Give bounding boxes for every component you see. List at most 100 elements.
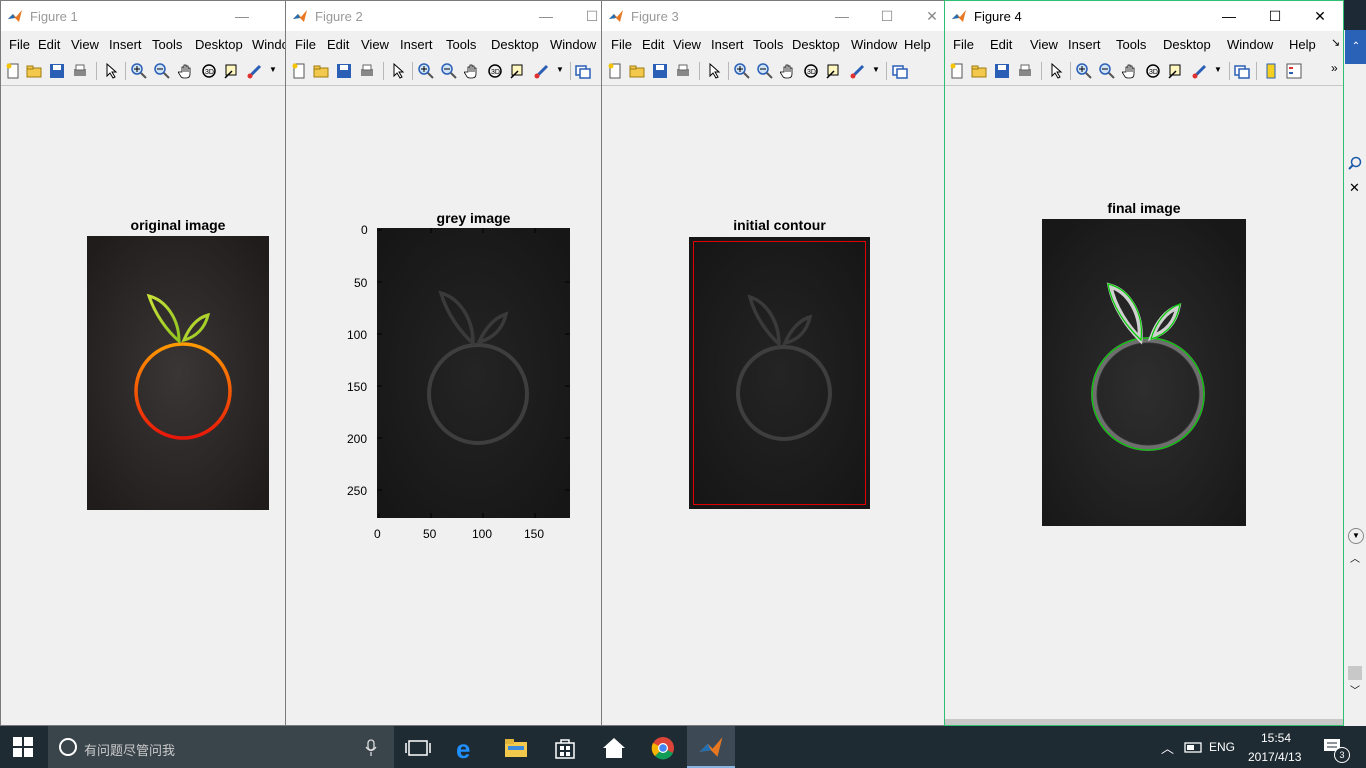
menu-view[interactable]: View bbox=[361, 37, 389, 52]
brush-icon[interactable] bbox=[534, 63, 550, 79]
windows-start-icon[interactable] bbox=[12, 736, 34, 758]
network-icon[interactable] bbox=[1184, 740, 1202, 754]
chevron-down-icon[interactable]: ▼ bbox=[1214, 65, 1222, 74]
menu-file[interactable]: File bbox=[953, 37, 974, 52]
menu-desktop[interactable]: Desktop bbox=[491, 37, 539, 52]
menu-insert[interactable]: Insert bbox=[1068, 37, 1101, 52]
brush-icon[interactable] bbox=[247, 63, 263, 79]
overflow-icon[interactable]: ↘ bbox=[1331, 36, 1340, 49]
language-indicator[interactable]: ENG bbox=[1209, 740, 1235, 754]
new-figure-icon[interactable] bbox=[5, 63, 21, 79]
menu-insert[interactable]: Insert bbox=[400, 37, 433, 52]
figure-4-window[interactable]: Figure 4 — ☐ ✕ File Edit View Insert Too… bbox=[944, 0, 1344, 726]
zoom-in-icon[interactable] bbox=[1076, 63, 1092, 79]
menu-edit[interactable]: Edit bbox=[38, 37, 60, 52]
save-icon[interactable] bbox=[336, 63, 352, 79]
link-plot-icon[interactable] bbox=[1234, 63, 1250, 79]
scroll-up-arrow[interactable]: ︿ bbox=[1350, 550, 1360, 565]
legend-icon[interactable] bbox=[1286, 63, 1302, 79]
data-cursor-icon[interactable] bbox=[826, 63, 842, 79]
expand-icon[interactable]: ⌃ bbox=[1345, 30, 1366, 64]
edit-plot-icon[interactable] bbox=[390, 63, 406, 79]
menu-view[interactable]: View bbox=[71, 37, 99, 52]
save-icon[interactable] bbox=[994, 63, 1010, 79]
new-figure-icon[interactable] bbox=[291, 63, 307, 79]
save-icon[interactable] bbox=[49, 63, 65, 79]
rotate-3d-icon[interactable]: 3D bbox=[803, 63, 819, 79]
print-icon[interactable] bbox=[72, 63, 88, 79]
data-cursor-icon[interactable] bbox=[510, 63, 526, 79]
zoom-in-icon[interactable] bbox=[734, 63, 750, 79]
menu-view[interactable]: View bbox=[673, 37, 701, 52]
menu-view[interactable]: View bbox=[1030, 37, 1058, 52]
open-file-icon[interactable] bbox=[26, 63, 42, 79]
zoom-in-icon[interactable] bbox=[418, 63, 434, 79]
maximize-button[interactable]: ☐ bbox=[1265, 6, 1285, 26]
menu-desktop[interactable]: Desktop bbox=[792, 37, 840, 52]
brush-icon[interactable] bbox=[850, 63, 866, 79]
zoom-out-icon[interactable] bbox=[154, 63, 170, 79]
minimize-button[interactable]: — bbox=[1219, 6, 1239, 26]
search-icon[interactable] bbox=[1348, 156, 1362, 170]
minimize-button[interactable]: — bbox=[832, 6, 852, 26]
title-bar[interactable]: Figure 4 — ☐ ✕ bbox=[945, 1, 1343, 31]
minimize-button[interactable]: — bbox=[536, 6, 556, 26]
pan-icon[interactable] bbox=[464, 63, 480, 79]
title-bar[interactable]: Figure 1 — bbox=[1, 1, 285, 31]
link-plot-icon[interactable] bbox=[575, 63, 591, 79]
rotate-3d-icon[interactable]: 3D bbox=[1145, 63, 1161, 79]
task-view-icon[interactable] bbox=[404, 734, 432, 762]
home-icon[interactable] bbox=[600, 734, 628, 762]
menu-tools[interactable]: Tools bbox=[446, 37, 476, 52]
print-icon[interactable] bbox=[675, 63, 691, 79]
menu-edit[interactable]: Edit bbox=[327, 37, 349, 52]
menu-file[interactable]: File bbox=[9, 37, 30, 52]
pan-icon[interactable] bbox=[178, 63, 194, 79]
window-resize-edge[interactable] bbox=[945, 719, 1343, 725]
rotate-3d-icon[interactable]: 3D bbox=[201, 63, 217, 79]
zoom-out-icon[interactable] bbox=[441, 63, 457, 79]
scroll-down-arrow[interactable]: ﹀ bbox=[1350, 682, 1360, 697]
open-file-icon[interactable] bbox=[971, 63, 987, 79]
menu-help[interactable]: Help bbox=[904, 37, 931, 52]
title-bar[interactable]: Figure 3 — ☐ ✕ bbox=[602, 1, 944, 31]
save-icon[interactable] bbox=[652, 63, 668, 79]
menu-help[interactable]: Help bbox=[1289, 37, 1316, 52]
maximize-button[interactable]: ☐ bbox=[877, 6, 897, 26]
zoom-out-icon[interactable] bbox=[757, 63, 773, 79]
edge-browser-icon[interactable]: e bbox=[453, 734, 481, 762]
store-icon[interactable] bbox=[551, 734, 579, 762]
chevron-down-icon[interactable]: ▼ bbox=[556, 65, 564, 74]
menu-file[interactable]: File bbox=[611, 37, 632, 52]
overflow-icon[interactable]: » bbox=[1331, 61, 1338, 75]
zoom-out-icon[interactable] bbox=[1099, 63, 1115, 79]
new-figure-icon[interactable] bbox=[607, 63, 623, 79]
data-cursor-icon[interactable] bbox=[224, 63, 240, 79]
close-button[interactable]: ✕ bbox=[922, 6, 942, 26]
menu-edit[interactable]: Edit bbox=[642, 37, 664, 52]
close-icon[interactable]: ✕ bbox=[1349, 180, 1360, 196]
data-cursor-icon[interactable] bbox=[1168, 63, 1184, 79]
matlab-taskbar-button[interactable] bbox=[687, 726, 735, 768]
figure-2-window[interactable]: Figure 2 — ☐ File Edit View Insert Tools… bbox=[285, 0, 602, 726]
figure-1-window[interactable]: Figure 1 — File Edit View Insert Tools D… bbox=[0, 0, 286, 726]
clock-time[interactable]: 15:54 bbox=[1261, 731, 1291, 745]
chevron-up-icon[interactable]: ︿ bbox=[1161, 738, 1174, 757]
file-explorer-icon[interactable] bbox=[502, 734, 530, 762]
menu-file[interactable]: File bbox=[295, 37, 316, 52]
chevron-down-icon[interactable]: ▼ bbox=[872, 65, 880, 74]
open-file-icon[interactable] bbox=[313, 63, 329, 79]
clock-date[interactable]: 2017/4/13 bbox=[1248, 750, 1301, 764]
chevron-down-icon[interactable]: ▼ bbox=[269, 65, 277, 74]
menu-insert[interactable]: Insert bbox=[109, 37, 142, 52]
menu-window[interactable]: Window bbox=[550, 37, 596, 52]
print-icon[interactable] bbox=[1017, 63, 1033, 79]
pan-icon[interactable] bbox=[780, 63, 796, 79]
new-figure-icon[interactable] bbox=[949, 63, 965, 79]
menu-tools[interactable]: Tools bbox=[753, 37, 783, 52]
menu-window[interactable]: Windo bbox=[252, 37, 285, 52]
menu-insert[interactable]: Insert bbox=[711, 37, 744, 52]
menu-edit[interactable]: Edit bbox=[990, 37, 1012, 52]
brush-icon[interactable] bbox=[1192, 63, 1208, 79]
edit-plot-icon[interactable] bbox=[103, 63, 119, 79]
